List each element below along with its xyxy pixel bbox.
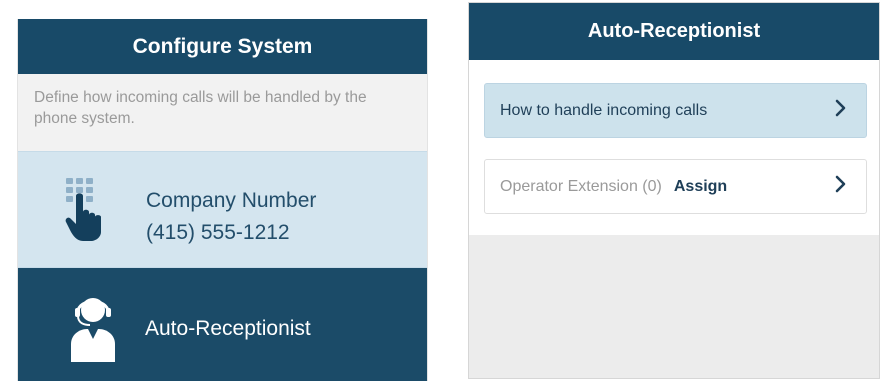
- receptionist-headset-icon: [63, 292, 123, 367]
- auto-receptionist-screen: Auto-Receptionist How to handle incoming…: [468, 2, 880, 379]
- configure-header: Configure System: [18, 19, 427, 74]
- company-number-value: (415) 555-1212: [146, 221, 290, 244]
- keypad-tap-icon: [64, 178, 124, 247]
- auto-receptionist-header: Auto-Receptionist: [469, 3, 879, 60]
- operator-extension-row[interactable]: Operator Extension (0) Assign: [484, 159, 867, 214]
- handle-incoming-calls-label: How to handle incoming calls: [500, 101, 708, 119]
- handle-incoming-calls-row[interactable]: How to handle incoming calls: [484, 83, 867, 138]
- page-title: Configure System: [132, 34, 313, 58]
- company-number-label: Company Number: [146, 189, 317, 212]
- auto-receptionist-options: How to handle incoming calls Operator Ex…: [469, 60, 879, 235]
- operator-extension-label: Operator Extension (0): [500, 177, 662, 195]
- auto-receptionist-title: Auto-Receptionist: [587, 20, 761, 42]
- configure-system-screen: Configure System Define how incoming cal…: [17, 19, 428, 381]
- assign-link[interactable]: Assign: [674, 178, 834, 196]
- chevron-right-icon: [834, 175, 848, 198]
- auto-receptionist-item[interactable]: Auto-Receptionist: [18, 268, 427, 381]
- auto-receptionist-label: Auto-Receptionist: [145, 317, 311, 340]
- company-number-text: Company Number (415) 555-1212: [146, 185, 316, 249]
- company-number-item[interactable]: Company Number (415) 555-1212: [18, 151, 427, 268]
- configure-description: Define how incoming calls will be handle…: [18, 74, 427, 151]
- chevron-right-icon: [834, 99, 848, 122]
